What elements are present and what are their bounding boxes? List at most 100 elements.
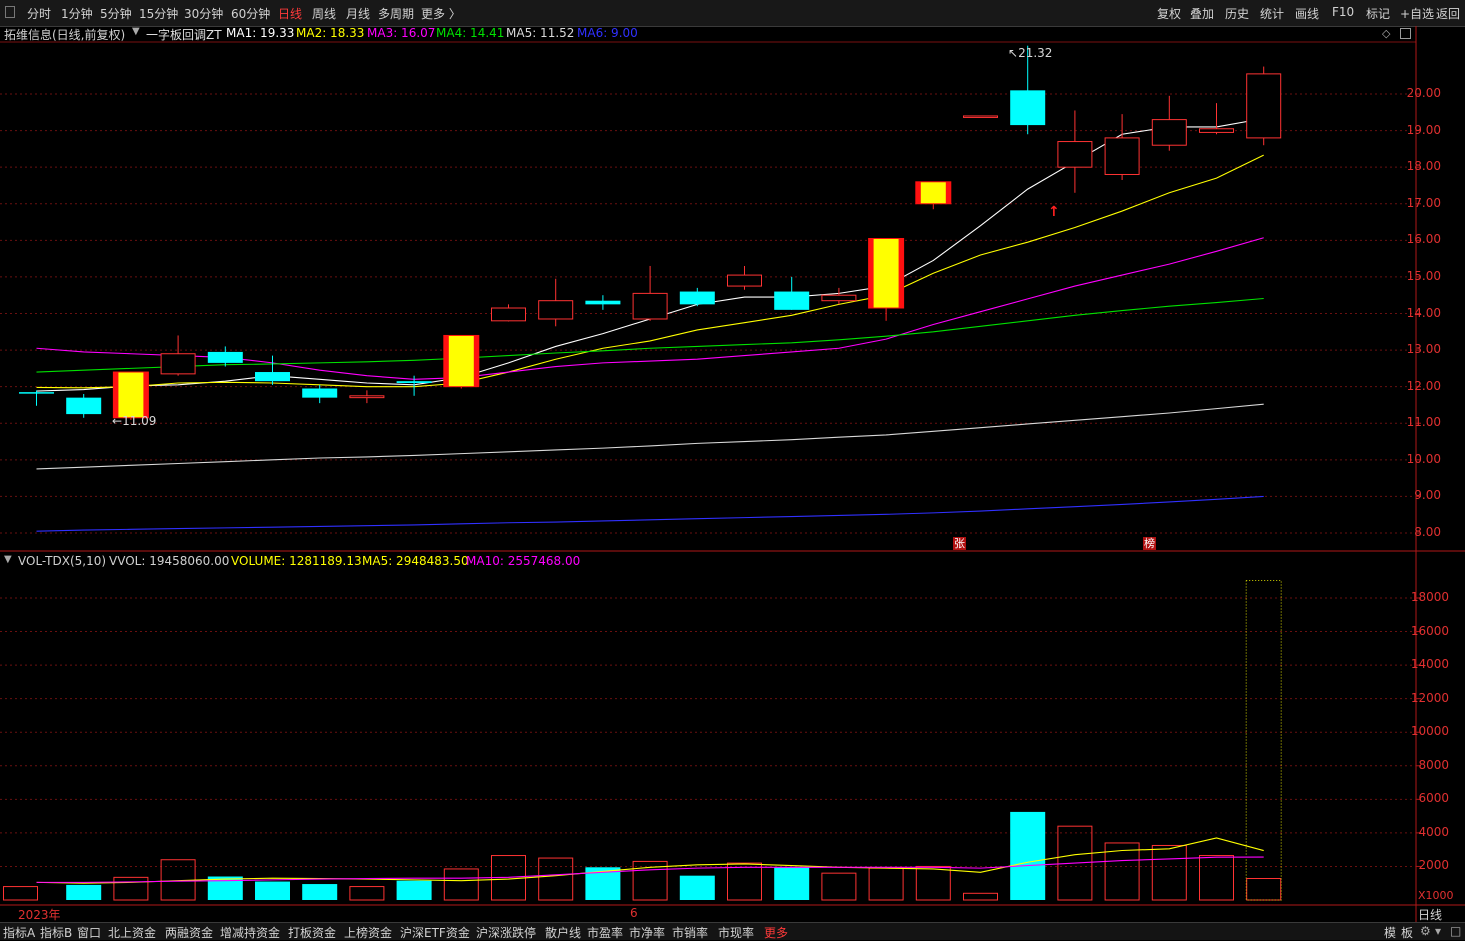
price-tick-label: 20.00	[1406, 86, 1441, 100]
indicator-tab-2[interactable]: 窗口	[77, 924, 101, 941]
candle-up	[963, 115, 998, 118]
volume-tick-label: 2000	[1418, 858, 1449, 873]
price-tick-label: 13.00	[1406, 342, 1441, 357]
ma-line-ma5	[36, 403, 1264, 470]
indicator-tab-9[interactable]: 沪深涨跌停	[476, 924, 536, 941]
volume-unit: X1000	[1418, 889, 1454, 902]
candle-limit-up	[112, 371, 149, 419]
candle-limit-up	[915, 181, 952, 205]
chevron-down-icon[interactable]: ▾	[1435, 924, 1441, 938]
low-price-marker: ←11.09	[112, 414, 157, 428]
dragon-tiger-badge[interactable]: 榜	[1143, 537, 1156, 550]
ma-legend-3: MA3: 16.07	[367, 26, 436, 40]
volume-tick-label: 4000	[1418, 824, 1449, 839]
stock-title: 拓维信息(日线,前复权)	[4, 28, 126, 42]
candle-up	[160, 353, 196, 375]
volume-bar-up	[963, 892, 998, 901]
diamond-icon[interactable]: ◇	[1382, 27, 1390, 40]
vol-toggle-icon[interactable]: ▼	[4, 554, 12, 565]
volume-ma5-line	[36, 837, 1264, 884]
volume-tick-label: 8000	[1418, 757, 1449, 772]
gear-icon[interactable]: ⚙	[1420, 924, 1431, 938]
ma-legend-6: MA6: 9.00	[577, 26, 638, 40]
volume-bar-down	[66, 884, 102, 900]
price-tick-label: 18.00	[1406, 159, 1441, 174]
ma-line-ma6	[36, 495, 1264, 532]
volume-bar-up	[3, 886, 38, 901]
volume-bar-up	[1246, 878, 1282, 901]
vol-indicator-name: VOL-TDX(5,10)	[18, 554, 107, 568]
period-indicator[interactable]: 日线	[1418, 906, 1442, 923]
volume-bar-down	[302, 884, 338, 900]
candle-limit-edge	[113, 372, 119, 418]
limit-up-badge[interactable]: 张	[953, 537, 966, 550]
volume-tick-label: 16000	[1410, 623, 1449, 638]
indicator-tab-13[interactable]: 市销率	[672, 924, 708, 941]
candle-down	[1010, 90, 1046, 126]
indicator-tab-8[interactable]: 沪深ETF资金	[400, 924, 470, 941]
month-label: 6	[630, 906, 638, 920]
price-tick-label: 17.00	[1406, 195, 1441, 210]
volume-tick-label: 18000	[1410, 590, 1449, 604]
candle-limit-edge	[898, 238, 904, 309]
candle-limit-edge	[443, 335, 449, 387]
candle-limit-edge	[945, 181, 951, 204]
volume-bar-up	[868, 867, 904, 901]
indicator-tab-1[interactable]: 指标B	[40, 924, 72, 941]
price-tick-label: 10.00	[1406, 451, 1441, 466]
volume-bar-up	[727, 862, 762, 901]
high-price-marker: ↖21.32	[1008, 46, 1053, 60]
volume-bar-up	[1151, 844, 1187, 901]
candle-down	[207, 351, 243, 363]
volume-bar-up	[915, 865, 951, 901]
volume-bar-down	[774, 867, 810, 900]
price-tick-label: 16.00	[1406, 232, 1441, 247]
lock-icon[interactable]: □	[1450, 924, 1461, 938]
volume-tick-label: 14000	[1410, 657, 1449, 672]
indicator-tab-11[interactable]: 市盈率	[587, 924, 623, 941]
candle-down	[585, 300, 621, 305]
volume-bar-down	[396, 880, 432, 900]
candle-up	[1104, 137, 1140, 175]
candle-up	[632, 292, 668, 320]
template-button-1[interactable]: 板	[1401, 924, 1413, 941]
candle-down	[396, 381, 432, 384]
up-arrow-icon: ↑	[1048, 204, 1060, 220]
indicator-tab-3[interactable]: 北上资金	[108, 924, 156, 941]
template-button-0[interactable]: 模	[1384, 924, 1396, 941]
candle-up	[727, 274, 762, 287]
indicator-tab-7[interactable]: 上榜资金	[344, 924, 392, 941]
indicator-tab-12[interactable]: 市净率	[629, 924, 665, 941]
price-tick-label: 14.00	[1406, 305, 1441, 320]
ma-legend-2: MA2: 18.33	[296, 26, 365, 40]
candle-up	[538, 300, 574, 320]
volume-bar-up	[113, 876, 149, 901]
price-tick-label: 19.00	[1406, 122, 1441, 137]
volume-value: VOLUME: 1281189.13	[231, 554, 362, 568]
indicator-tabs-bar: 指标A 指标B 窗口 北上资金 两融资金 增减持资金 打板资金 上榜资金 沪深ETF资金 沪深涨跌…	[0, 922, 1465, 940]
ma-legend-4: MA4: 14.41	[436, 26, 505, 40]
indicator-tab-0[interactable]: 指标A	[3, 924, 35, 941]
volume-tick-label: 12000	[1410, 690, 1449, 705]
candle-up	[1151, 119, 1187, 146]
candle-up	[491, 307, 526, 322]
indicator-tab-15[interactable]: 更多	[764, 924, 788, 941]
candle-up	[1199, 128, 1234, 133]
indicator-toggle-icon[interactable]: ▼	[132, 26, 140, 37]
indicator-tab-6[interactable]: 打板资金	[288, 924, 336, 941]
year-label: 2023年	[18, 908, 61, 922]
candle-down	[774, 291, 810, 310]
candle-down	[66, 397, 102, 415]
indicator-tab-5[interactable]: 增减持资金	[220, 924, 280, 941]
candle-limit-edge	[868, 238, 874, 309]
indicator-tab-14[interactable]: 市现率	[718, 924, 754, 941]
candle-up	[349, 395, 385, 399]
kline-chart[interactable]	[0, 0, 1465, 939]
indicator-tab-10[interactable]: 散户线	[545, 924, 581, 941]
candle-up	[1246, 73, 1282, 139]
price-tick-label: 12.00	[1406, 378, 1441, 393]
volume-bar-up	[821, 872, 857, 901]
indicator-tab-4[interactable]: 两融资金	[165, 924, 213, 941]
window-toggle-icon[interactable]	[1400, 28, 1411, 39]
candle-down	[255, 372, 290, 382]
